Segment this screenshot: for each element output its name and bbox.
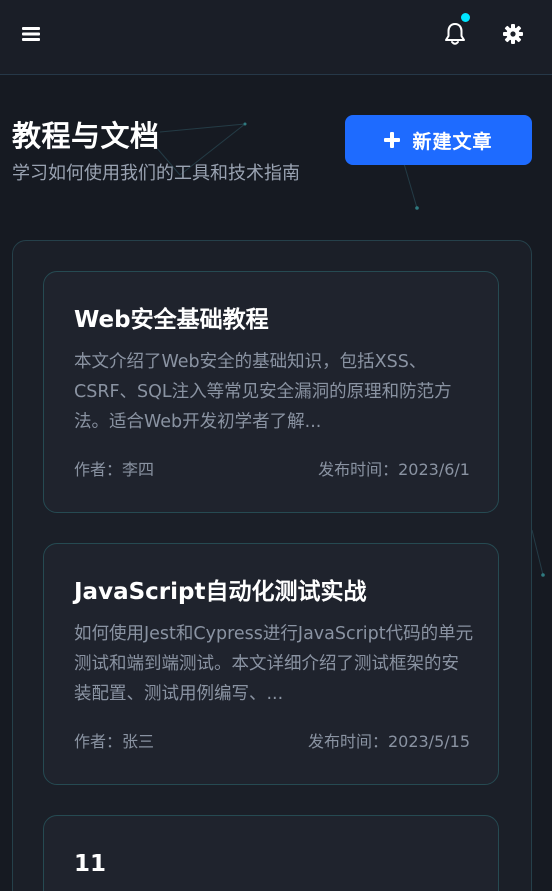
page-subtitle: 学习如何使用我们的工具和技术指南 xyxy=(12,163,300,184)
article-description: 本文介绍了Web安全的基础知识，包括XSS、CSRF、SQL注入等常见安全漏洞的… xyxy=(74,352,452,432)
article-card[interactable]: Web安全基础教程 本文介绍了Web安全的基础知识，包括XSS、CSRF、SQL… xyxy=(43,271,499,513)
article-author: 作者：张三 xyxy=(74,732,155,751)
article-date: 发布时间：2023/6/1 xyxy=(318,460,470,479)
notification-dot xyxy=(461,13,470,22)
app-page: 教程与文档 学习如何使用我们的工具和技术指南 新建文章 Web安全基础教程 本文… xyxy=(0,0,552,891)
page-title: 教程与文档 xyxy=(12,119,160,153)
plus-icon xyxy=(384,132,401,148)
article-author: 作者：李四 xyxy=(74,460,155,479)
new-article-button[interactable]: 新建文章 xyxy=(345,115,532,165)
menu-button[interactable] xyxy=(16,19,46,49)
article-card[interactable]: 11 xyxy=(43,815,499,891)
new-article-label: 新建文章 xyxy=(412,130,493,153)
notifications-button[interactable] xyxy=(440,13,470,49)
article-card[interactable]: JavaScript自动化测试实战 如何使用Jest和Cypress进行Java… xyxy=(43,543,499,785)
hamburger-icon xyxy=(22,27,40,41)
article-title[interactable]: 11 xyxy=(74,844,106,884)
top-navigation-bar xyxy=(0,0,552,75)
article-description: 如何使用Jest和Cypress进行JavaScript代码的单元测试和端到端测… xyxy=(74,624,474,704)
article-title[interactable]: JavaScript自动化测试实战 xyxy=(74,572,366,612)
article-title[interactable]: Web安全基础教程 xyxy=(74,300,269,340)
page-header: 教程与文档 学习如何使用我们的工具和技术指南 xyxy=(12,112,300,188)
bell-icon xyxy=(445,23,465,45)
article-date: 发布时间：2023/5/15 xyxy=(307,732,470,751)
gear-icon xyxy=(503,24,523,44)
settings-button[interactable] xyxy=(498,19,528,49)
